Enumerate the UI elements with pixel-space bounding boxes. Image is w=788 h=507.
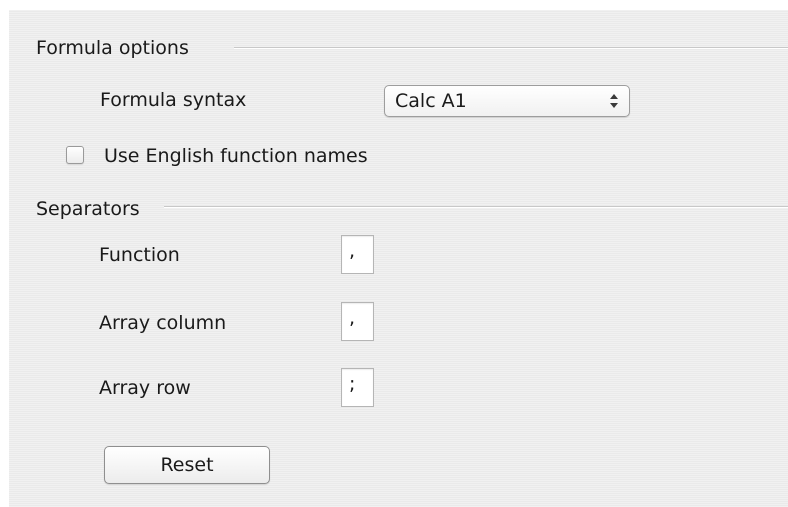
array-column-separator-field[interactable]: , (341, 302, 374, 341)
function-separator-field[interactable]: , (341, 235, 374, 274)
array-column-separator-label: Array column (99, 312, 227, 334)
english-function-names-checkbox[interactable] (66, 146, 84, 164)
reset-button[interactable]: Reset (104, 446, 270, 484)
separators-heading: Separators (36, 198, 140, 220)
updown-arrows-icon (610, 94, 618, 108)
array-row-separator-label: Array row (99, 377, 191, 399)
separators-divider (164, 206, 788, 208)
array-row-separator-field[interactable]: ; (341, 368, 374, 407)
function-separator-label: Function (99, 244, 180, 266)
formula-options-heading: Formula options (36, 37, 189, 59)
english-function-names-label[interactable]: Use English function names (104, 144, 368, 168)
formula-syntax-select[interactable]: Calc A1 (384, 85, 630, 117)
formula-options-divider (234, 47, 788, 49)
formula-syntax-selected-value: Calc A1 (395, 90, 467, 112)
formula-syntax-label: Formula syntax (100, 89, 247, 111)
